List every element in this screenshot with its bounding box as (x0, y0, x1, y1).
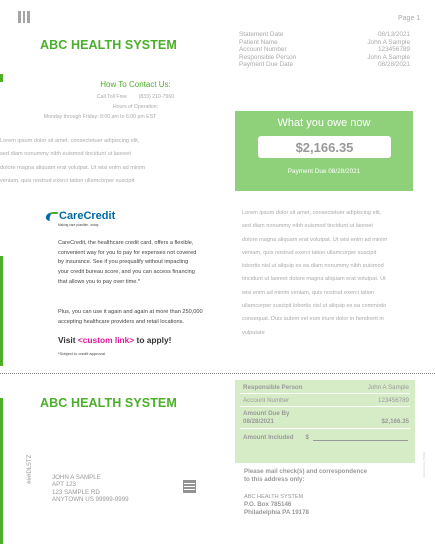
contact-phone: Call Toll Free (833) 210-7960 (40, 92, 231, 102)
statement-row: Payment Due Date 08/28/2021 (239, 61, 410, 69)
hours-label: Hours of Operation: (112, 104, 159, 110)
hours: Monday through Friday: 8:00 am to 6:00 p… (43, 114, 157, 120)
carecredit-swoosh-icon (44, 211, 59, 221)
edge-marker-top (0, 74, 3, 82)
carecredit-wordmark: CareCredit (59, 210, 116, 222)
statement-row: Statement Date 08/13/2021 (239, 31, 410, 38)
amount-owed-panel: What you owe now $2,166.35 Payment Due 0… (235, 111, 413, 191)
remit-account: Account Number 123456789 (243, 397, 409, 404)
carecredit-paragraph-1: CareCredit, the healthcare credit card, … (58, 240, 197, 285)
statement-info: Statement Date 08/13/2021 Patient Name Joh… (239, 31, 410, 69)
owe-amount: $2,166.35 (258, 136, 391, 158)
contact-title: How To Contact Us: (100, 80, 171, 89)
vertical-code: ###DL5TZ (26, 454, 33, 484)
company-title-remit: ABC HEALTH SYSTEM (40, 396, 177, 410)
toll-free-number: (833) 210-7960 (138, 94, 175, 100)
barcode-icon-address (183, 480, 196, 493)
carecredit-paragraph-2: Plus, you can use it again and again at … (58, 309, 203, 325)
carecredit-logo: CareCredit (44, 210, 116, 222)
edge-marker-bottom (0, 398, 3, 544)
credit-approval-note: *Subject to credit approval. (58, 351, 106, 356)
mail-instructions: Please mail check(s) and correspondence … (244, 468, 368, 483)
statement-row: Patient Name John A Sample (239, 38, 410, 46)
carecredit-tagline: Making care possible...today. (58, 223, 100, 227)
owe-due-date: Payment Due 08/28/2021 (287, 168, 361, 175)
edge-marker-mid (0, 256, 3, 366)
patient-address: JOHN A SAMPLE APT 123 123 SAMPLE RD ANYT… (52, 474, 129, 503)
remit-amount-due: Amount Due By (243, 410, 290, 417)
page-number: Page 1 (398, 15, 421, 22)
remit-amount-due-row: 08/28/2021 $2,166.35 (243, 418, 409, 425)
remittance-panel: Responsible Person John A Sample Account… (235, 380, 415, 463)
carecredit-visit: Visit <custom link> to apply! (58, 335, 172, 345)
remit-responsible: Responsible Person John A Sample (243, 384, 409, 391)
statement-row: Account Number 123456789 (239, 46, 410, 54)
lorem-right: Lorem ipsum dolor sit amet, consectetuer… (242, 210, 388, 336)
perforation-line (0, 373, 435, 374)
toll-free-label: Call Toll Free (96, 94, 128, 100)
company-title: ABC HEALTH SYSTEM (40, 38, 177, 52)
carecredit-link[interactable]: <custom link> (78, 335, 134, 345)
barcode-icon-top (18, 11, 30, 23)
mail-address: ABC HEALTH SYSTEM P.O. Box 785146 Philad… (244, 494, 309, 516)
amount-included-field[interactable] (312, 434, 408, 441)
owe-title: What you owe now (277, 117, 371, 129)
lorem-left: Lorem ipsum dolor sit amet, consectetuer… (0, 138, 146, 184)
remit-amount-included: Amount Included $ (243, 434, 409, 441)
vertical-code-right: AAAAAAAA_NNNN (422, 451, 426, 478)
statement-row: Responsible Person John A Sample (239, 53, 410, 61)
